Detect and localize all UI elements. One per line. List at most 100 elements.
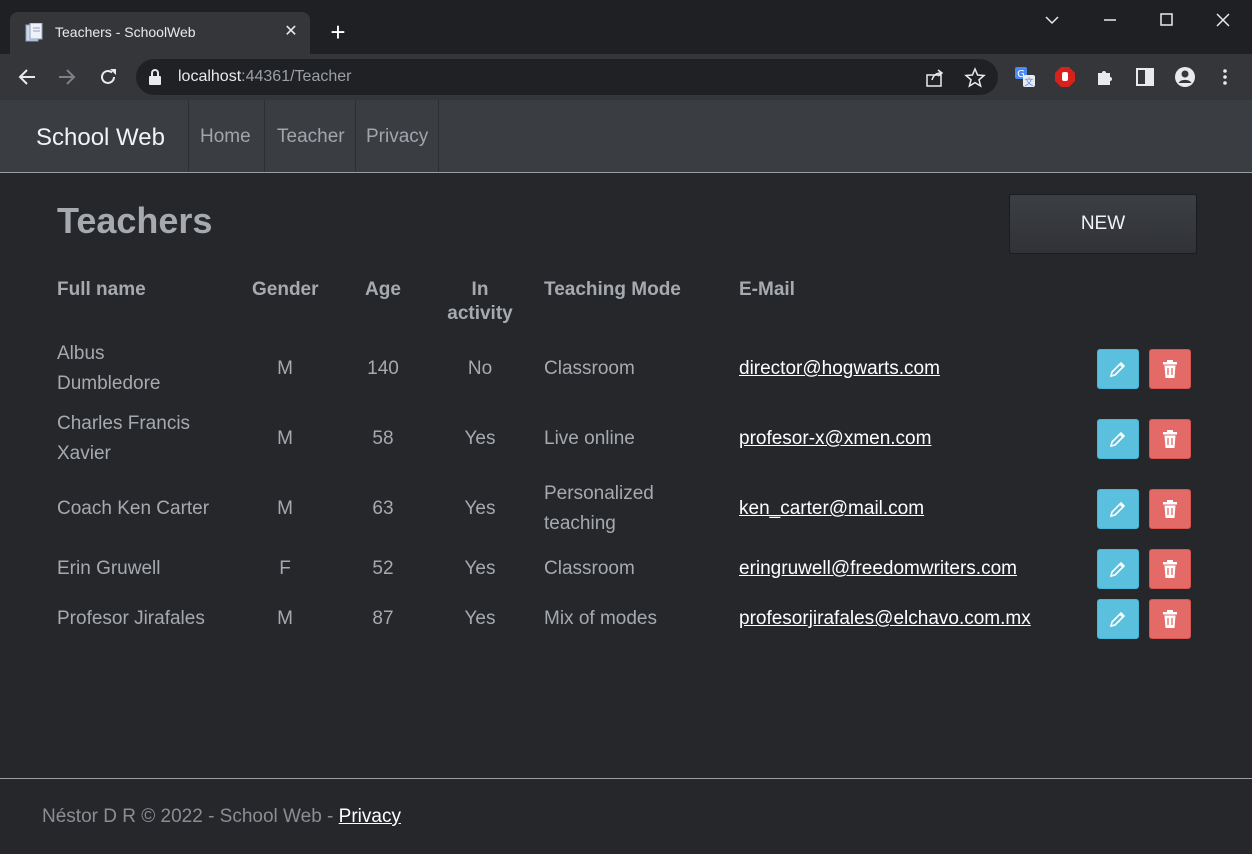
full-name-line2: Dumbledore xyxy=(57,373,161,394)
url-text[interactable]: localhost:44361/Teacher xyxy=(178,68,351,86)
back-icon[interactable] xyxy=(16,66,38,88)
pencil-icon xyxy=(1109,501,1126,518)
maximize-icon[interactable] xyxy=(1154,10,1178,30)
nav-link-home[interactable]: Home xyxy=(200,126,251,148)
cell-age: 140 xyxy=(367,358,399,379)
nav-divider xyxy=(438,100,439,172)
column-header-age: Age xyxy=(365,279,401,300)
cell-in-activity: Yes xyxy=(464,558,496,579)
nav-link-privacy[interactable]: Privacy xyxy=(366,126,428,148)
plus-icon[interactable]: + xyxy=(325,19,351,46)
url-path: :44361/Teacher xyxy=(241,68,352,85)
cell-teaching-mode: Personalized teaching xyxy=(544,479,654,539)
share-icon[interactable] xyxy=(924,67,946,89)
footer-text: Néstor D R © 2022 - School Web - xyxy=(42,806,339,827)
cell-gender: M xyxy=(277,358,293,379)
trash-icon xyxy=(1163,610,1177,628)
trash-icon xyxy=(1163,430,1177,448)
address-bar[interactable]: localhost:44361/Teacher xyxy=(136,59,998,95)
site-navbar: School Web Home Teacher Privacy xyxy=(0,100,1252,173)
footer-divider xyxy=(0,778,1252,779)
edit-button[interactable] xyxy=(1097,489,1139,529)
url-host: localhost xyxy=(178,68,242,85)
nav-divider xyxy=(188,100,189,172)
teaching-mode-line2: teaching xyxy=(544,513,616,534)
cell-full-name: Albus Dumbledore xyxy=(57,339,161,399)
reload-icon[interactable] xyxy=(97,66,119,88)
nav-divider xyxy=(264,100,265,172)
trash-icon xyxy=(1163,360,1177,378)
translate-icon[interactable]: G 文 xyxy=(1014,66,1036,88)
cell-in-activity: Yes xyxy=(464,428,496,449)
lock-icon[interactable] xyxy=(148,69,162,85)
edit-button[interactable] xyxy=(1097,549,1139,589)
cell-teaching-mode: Live online xyxy=(544,428,635,449)
email-link[interactable]: profesor-x@xmen.com xyxy=(739,424,931,454)
pencil-icon xyxy=(1109,561,1126,578)
delete-button[interactable] xyxy=(1149,419,1191,459)
pencil-icon xyxy=(1109,611,1126,628)
forward-icon[interactable] xyxy=(56,66,78,88)
pencil-icon xyxy=(1109,431,1126,448)
cell-full-name: Profesor Jirafales xyxy=(57,608,205,629)
delete-button[interactable] xyxy=(1149,549,1191,589)
cell-age: 87 xyxy=(372,608,394,629)
column-header-gender: Gender xyxy=(252,279,319,300)
side-panel-icon[interactable] xyxy=(1134,66,1156,88)
cell-age: 58 xyxy=(372,428,394,449)
full-name-line1: Albus xyxy=(57,343,105,364)
cell-in-activity: Yes xyxy=(464,608,496,629)
delete-button[interactable] xyxy=(1149,599,1191,639)
nav-divider xyxy=(355,100,356,172)
profile-icon[interactable] xyxy=(1174,66,1196,88)
edit-button[interactable] xyxy=(1097,419,1139,459)
email-link[interactable]: eringruwell@freedomwriters.com xyxy=(739,554,1017,584)
browser-tab[interactable]: Teachers - SchoolWeb ✕ xyxy=(10,12,310,54)
cell-age: 52 xyxy=(372,558,394,579)
column-header-in-activity: In activity xyxy=(440,278,520,326)
nav-link-teacher[interactable]: Teacher xyxy=(277,126,345,148)
delete-button[interactable] xyxy=(1149,489,1191,529)
column-header-in-activity-line2: activity xyxy=(447,303,513,324)
cell-teaching-mode: Mix of modes xyxy=(544,608,657,629)
adblock-icon[interactable] xyxy=(1054,66,1076,88)
cell-in-activity: Yes xyxy=(464,498,496,519)
email-link[interactable]: director@hogwarts.com xyxy=(739,354,940,384)
column-header-full-name: Full name xyxy=(57,279,146,300)
footer: Néstor D R © 2022 - School Web - Privacy xyxy=(42,806,401,828)
cell-in-activity: No xyxy=(467,358,493,379)
new-teacher-button[interactable]: NEW xyxy=(1009,194,1197,254)
full-name-line2: Xavier xyxy=(57,443,111,464)
minimize-icon[interactable] xyxy=(1098,10,1122,30)
trash-icon xyxy=(1163,500,1177,518)
browser-toolbar: localhost:44361/Teacher G 文 xyxy=(0,54,1252,100)
column-header-teaching-mode: Teaching Mode xyxy=(544,279,681,300)
pencil-icon xyxy=(1109,361,1126,378)
footer-privacy-link[interactable]: Privacy xyxy=(339,806,401,827)
document-favicon xyxy=(25,23,43,42)
cell-full-name: Coach Ken Carter xyxy=(57,498,210,519)
column-header-in-activity-line1: In xyxy=(471,279,489,300)
star-icon[interactable] xyxy=(964,67,986,89)
email-link[interactable]: profesorjirafales@elchavo.com.mx xyxy=(739,604,1031,634)
full-name-line1: Charles Francis xyxy=(57,413,191,434)
chevron-down-icon[interactable] xyxy=(1040,10,1064,30)
edit-button[interactable] xyxy=(1097,349,1139,389)
menu-dots-icon[interactable] xyxy=(1214,66,1236,88)
close-icon[interactable]: ✕ xyxy=(281,22,301,42)
svg-text:文: 文 xyxy=(1024,76,1033,88)
delete-button[interactable] xyxy=(1149,349,1191,389)
column-header-email: E-Mail xyxy=(739,279,795,300)
page-title: Teachers xyxy=(57,200,213,241)
window-close-icon[interactable] xyxy=(1211,10,1235,30)
cell-teaching-mode: Classroom xyxy=(544,358,635,379)
edit-button[interactable] xyxy=(1097,599,1139,639)
cell-age: 63 xyxy=(372,498,394,519)
puzzle-icon[interactable] xyxy=(1094,66,1116,88)
cell-gender: F xyxy=(279,558,291,579)
cell-gender: M xyxy=(277,498,293,519)
email-link[interactable]: ken_carter@mail.com xyxy=(739,494,924,524)
trash-icon xyxy=(1163,560,1177,578)
brand-link[interactable]: School Web xyxy=(36,124,165,152)
tab-title: Teachers - SchoolWeb xyxy=(55,24,196,40)
